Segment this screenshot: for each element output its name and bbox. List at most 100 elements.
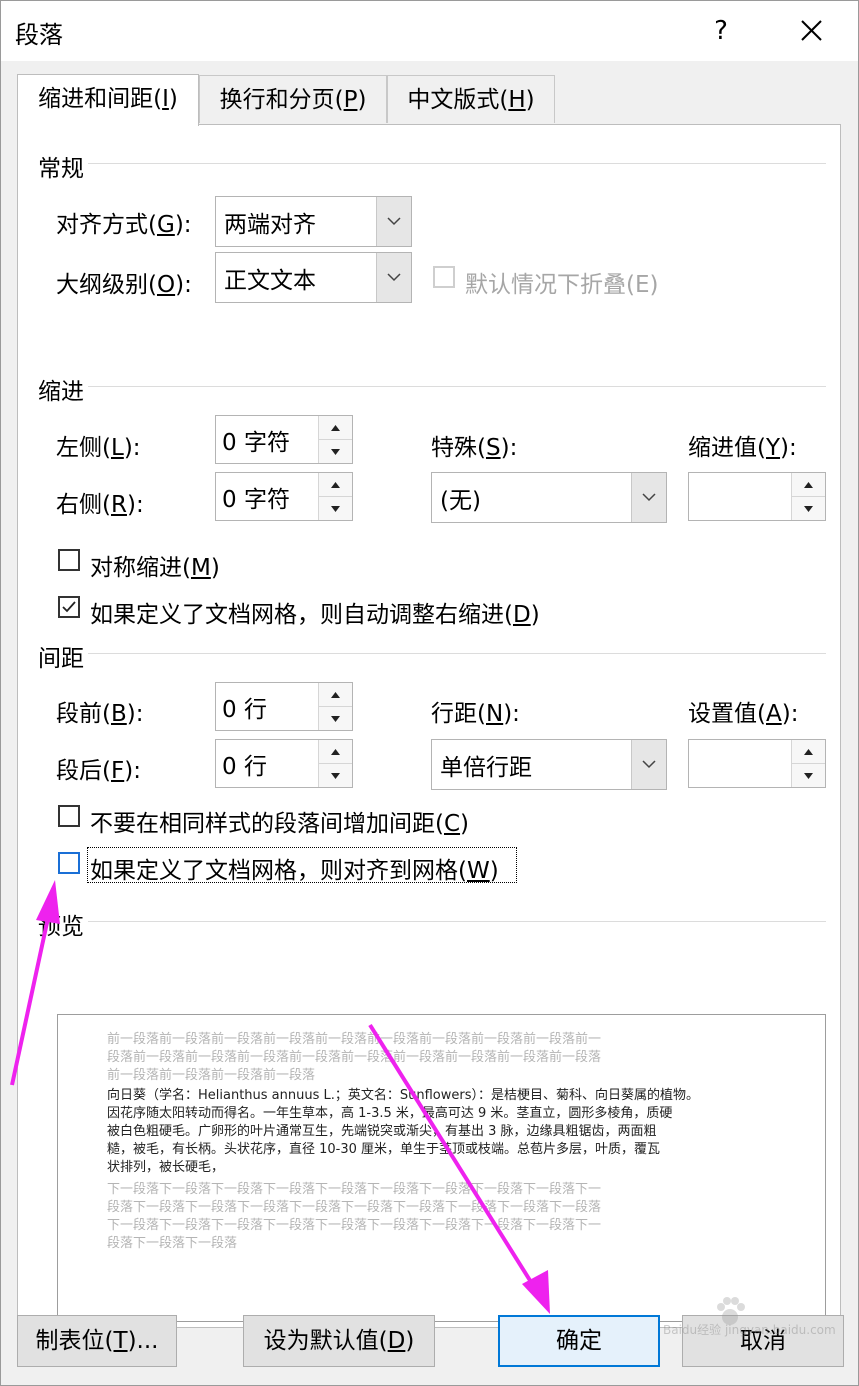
caret-up-icon	[331, 425, 340, 431]
label-accel: L	[110, 435, 124, 461]
spacing-at-spinner[interactable]	[688, 739, 826, 788]
spin-down-button[interactable]	[319, 496, 352, 520]
label-text-end: ):	[124, 758, 141, 784]
spin-down-button[interactable]	[319, 706, 352, 730]
label-accel: F	[110, 758, 125, 784]
label-accel: M	[190, 555, 211, 581]
label-text-end: ):	[126, 492, 144, 518]
space-before-value: 0 行	[222, 696, 267, 723]
watermark-text: Baidu经验 jingyan.baidu.com	[663, 1323, 836, 1337]
label-text: 特殊(	[431, 435, 486, 461]
collapse-by-default-label: 默认情况下折叠(E)	[465, 272, 659, 298]
spin-down-button[interactable]	[319, 439, 352, 463]
preview-line: 段落下一段落下一段落下一段落下一段落下一段落下一段落下一段落下一段落下一段落	[107, 1200, 602, 1215]
spin-down-button[interactable]	[792, 496, 825, 520]
indent-by-spinner[interactable]	[688, 472, 826, 521]
spin-down-button[interactable]	[319, 763, 352, 787]
spin-up-button[interactable]	[319, 416, 352, 440]
preview-line: 被白色粗硬毛。广卵形的叶片通常互生，先端锐突或渐尖，有基出 3 脉，边缘具粗锯齿…	[107, 1124, 657, 1139]
collapse-by-default-checkbox[interactable]	[433, 266, 455, 288]
alignment-select[interactable]: 两端对齐	[215, 196, 412, 247]
tab-accel: P	[343, 87, 358, 113]
preview-line: 因花序随太阳转动而得名。一年生草本，高 1-3.5 米，最高可达 9 米。茎直立…	[107, 1106, 673, 1121]
space-before-spinner[interactable]: 0 行	[215, 682, 353, 731]
spin-up-button[interactable]	[319, 740, 352, 764]
tab-accel: I	[162, 86, 169, 112]
spin-down-button[interactable]	[792, 763, 825, 787]
ok-button[interactable]: 确定	[498, 1315, 660, 1367]
preview-next-paragraph: 下一段落下一段落下一段落下一段落下一段落下一段落下一段落下一段落下一段落下一 段…	[107, 1181, 739, 1253]
label-accel: G	[156, 212, 175, 238]
spin-up-button[interactable]	[319, 683, 352, 707]
preview-line: 下一段落下一段落下一段落下一段落下一段落下一段落下一段落下一段落下一段落下一	[107, 1182, 602, 1197]
tab-indents-spacing[interactable]: 缩进和间距(I)	[17, 74, 199, 126]
indent-right-value: 0 字符	[222, 486, 290, 513]
tab-line-page-breaks[interactable]: 换行和分页(P)	[199, 75, 387, 123]
label-accel: D	[512, 602, 531, 628]
label-text-end: ):	[123, 435, 141, 461]
outline-level-label: 大纲级别(O):	[56, 265, 192, 299]
mirror-indents-label: 对称缩进(M)	[90, 548, 220, 582]
indent-by-label: 缩进值(Y):	[688, 428, 797, 462]
line-spacing-label: 行距(N):	[431, 694, 520, 728]
label-text: 右侧(	[56, 492, 111, 518]
paragraph-dialog: 段落 ? 缩进和间距(I) 换行和分页(P) 中文版式(H) 常规 对齐方式(G…	[0, 0, 859, 1386]
label-text-end: ):	[781, 701, 799, 727]
preview-divider	[88, 921, 826, 922]
label-text-end: ):	[500, 435, 518, 461]
outline-level-select[interactable]: 正文文本	[215, 252, 412, 303]
preview-line: 下一段落下一段落下一段落下一段落下一段落下一段落下一段落下一段落下一段落下一	[107, 1218, 602, 1233]
tab-label: 换行和分页(	[219, 87, 344, 113]
tab-asian-typography[interactable]: 中文版式(H)	[387, 75, 555, 123]
label-accel: C	[443, 811, 461, 837]
line-spacing-select[interactable]: 单倍行距	[431, 739, 667, 790]
caret-down-icon	[331, 448, 340, 455]
spinner-buttons	[791, 473, 825, 520]
spin-up-button[interactable]	[792, 740, 825, 764]
no-space-same-style-checkbox[interactable]	[58, 805, 80, 827]
snap-to-grid-checkbox[interactable]	[58, 852, 80, 874]
close-icon	[801, 20, 822, 41]
help-button[interactable]: ?	[699, 11, 743, 51]
tabs-button[interactable]: 制表位(T)...	[17, 1315, 177, 1367]
mirror-indents-checkbox[interactable]	[58, 549, 80, 571]
general-heading: 常规	[38, 156, 84, 182]
label-accel: N	[485, 701, 504, 727]
chevron-down-icon	[631, 740, 666, 789]
indent-left-spinner[interactable]: 0 字符	[215, 415, 353, 464]
chevron-down-icon	[631, 473, 666, 522]
tab-label: 缩进和间距(	[38, 86, 163, 112]
button-label-end: )	[405, 1328, 415, 1354]
label-accel: O	[156, 272, 176, 298]
button-label: 制表位(	[35, 1328, 114, 1354]
spin-up-button[interactable]	[792, 473, 825, 497]
outline-level-value: 正文文本	[224, 267, 316, 294]
special-indent-select[interactable]: (无)	[431, 472, 667, 523]
button-accel: T	[113, 1328, 128, 1354]
paragraph-preview: 前一段落前一段落前一段落前一段落前一段落前一段落前一段落前一段落前一段落前一 段…	[57, 1014, 826, 1322]
button-label-end: )...	[127, 1328, 159, 1354]
set-as-default-button[interactable]: 设为默认值(D)	[243, 1315, 435, 1367]
caret-down-icon	[331, 715, 340, 722]
alignment-label: 对齐方式(G):	[56, 205, 192, 239]
preview-current-paragraph: 向日葵（学名：Helianthus annuus L.；英文名：Sunflowe…	[107, 1087, 739, 1177]
label-accel: R	[110, 492, 127, 518]
label-text-end: )	[530, 602, 540, 628]
title-bar: 段落 ?	[1, 1, 858, 61]
indent-left-value: 0 字符	[222, 429, 290, 456]
spinner-buttons	[318, 683, 352, 730]
indent-right-spinner[interactable]: 0 字符	[215, 472, 353, 521]
preview-line: 状排列，被长硬毛，	[107, 1160, 225, 1175]
auto-adjust-indent-checkbox[interactable]	[58, 596, 80, 618]
spin-up-button[interactable]	[319, 473, 352, 497]
space-after-spinner[interactable]: 0 行	[215, 739, 353, 788]
label-text: 如果定义了文档网格，则自动调整右缩进(	[90, 602, 513, 628]
button-label: 确定	[556, 1328, 602, 1354]
label-accel: A	[765, 701, 782, 727]
spacing-heading: 间距	[38, 646, 84, 672]
close-button[interactable]	[787, 11, 835, 51]
indent-left-label: 左侧(L):	[56, 428, 141, 462]
preview-line: 段落前一段落前一段落前一段落前一段落前一段落前一段落前一段落前一段落前一段落	[107, 1050, 602, 1065]
caret-down-icon	[804, 505, 813, 512]
chevron-down-icon	[376, 253, 411, 302]
